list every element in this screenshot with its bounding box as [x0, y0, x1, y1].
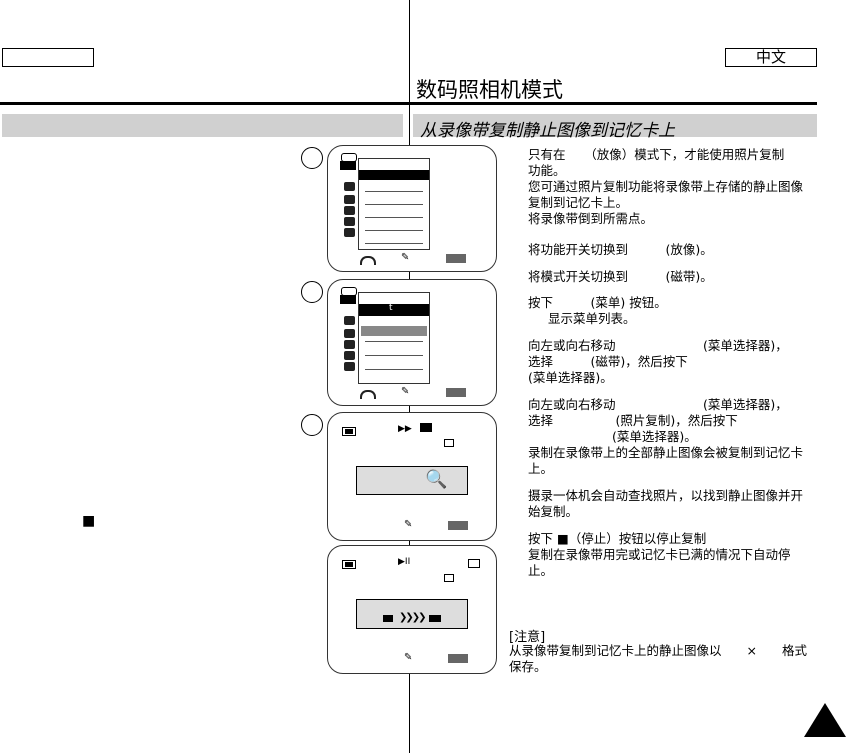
menu-title-bar: t	[359, 303, 429, 316]
menu-item	[365, 204, 423, 205]
exit-button-icon	[448, 521, 468, 530]
instruction-line: 向左或向右移动 (菜单选择器)，	[528, 397, 788, 412]
photo-search-box: 🔍	[356, 466, 468, 495]
instruction-line: 选择 (照片复制)，然后按下	[528, 413, 738, 428]
menu-item	[365, 355, 423, 356]
instruction-line: 录制在录像带上的全部静止图像会被复制到记忆卡	[528, 445, 804, 460]
gear-icon	[344, 228, 355, 237]
note-text: 保存。	[509, 659, 547, 674]
lcd-screen-menu-1: ✎	[327, 145, 497, 272]
instruction-line: 显示菜单列表。	[548, 311, 636, 326]
instruction-line: 将模式开关切换到 (磁带)。	[528, 269, 713, 284]
instruction-line: 向左或向右移动 (菜单选择器)，	[528, 338, 788, 353]
card-icon	[468, 559, 480, 568]
instruction-line: 您可通过照片复制功能将录像带上存储的静止图像	[528, 179, 804, 194]
page-title: 数码照相机模式	[416, 78, 563, 102]
lcd-screen-menu-2: t ✎	[327, 279, 497, 406]
step-circle-2	[301, 281, 323, 303]
play-pause-icon: ▶II	[398, 557, 411, 567]
exit-button-icon	[446, 388, 466, 397]
menu-list-panel	[358, 158, 430, 250]
title-rule	[0, 102, 817, 105]
instruction-line: 摄录一体机会自动查找照片，以找到静止图像并开	[528, 488, 804, 503]
instruction-line: (菜单选择器)。	[528, 370, 613, 385]
tv-icon	[344, 217, 355, 226]
instruction-line: 止。	[528, 563, 554, 578]
select-icon: ✎	[401, 386, 410, 397]
tape-mode-icon	[340, 295, 356, 304]
menu-item	[365, 191, 423, 192]
menu-highlighted-item	[361, 326, 427, 336]
instruction-line: 将功能开关切换到 (放像)。	[528, 242, 713, 257]
card-icon-small	[444, 574, 454, 582]
instruction-line: 上。	[528, 461, 554, 476]
tape-icon	[383, 615, 393, 622]
note-text: 从录像带复制到记忆卡上的静止图像以 × 格式	[509, 643, 807, 658]
menu-item	[365, 369, 423, 370]
menu-item	[365, 230, 423, 231]
section-title: 从录像带复制静止图像到记忆卡上	[420, 121, 675, 141]
move-icon	[360, 256, 376, 265]
lcd-screen-search: ▶▶ 🔍 ✎	[327, 412, 497, 541]
instruction-line: 复制到记忆卡上。	[528, 195, 629, 210]
page-marker-triangle-icon	[804, 703, 846, 737]
card-icon	[444, 439, 454, 447]
menu-list-panel: t	[358, 292, 430, 384]
memory-card-icon	[429, 615, 441, 622]
move-icon	[360, 390, 376, 399]
gear-icon	[344, 362, 355, 371]
tape-mode-icon	[340, 161, 356, 170]
step-circle-1	[301, 147, 323, 169]
exit-button-icon	[446, 254, 466, 263]
lcd-screen-copy: ▶II ❯❯❯❯ ✎	[327, 545, 497, 674]
instruction-line: 复制在录像带用完或记忆卡已满的情况下自动停	[528, 547, 791, 562]
tape-icon	[344, 316, 355, 325]
menu-item	[365, 341, 423, 342]
tv-icon	[344, 351, 355, 360]
photo-search-icon: 🔍	[425, 469, 448, 490]
select-icon: ✎	[404, 652, 413, 663]
menu-cursor: t	[389, 303, 393, 313]
instruction-line: (菜单选择器)。	[612, 429, 697, 444]
fast-forward-icon: ▶▶	[398, 424, 412, 434]
stop-icon: ■	[82, 513, 96, 529]
camera-icon	[344, 195, 355, 204]
language-tab-blank	[2, 48, 94, 67]
instruction-line: 选择 (磁带)，然后按下	[528, 354, 688, 369]
battery-icon	[342, 427, 356, 436]
instruction-line: 按下 ■（停止）按钮以停止复制	[528, 531, 707, 546]
instruction-line: 功能。	[528, 163, 566, 178]
instruction-line: 将录像带倒到所需点。	[528, 211, 654, 226]
language-tab: 中文	[725, 48, 817, 67]
memory-card-icon	[344, 206, 355, 215]
tape-counter-icon	[420, 423, 432, 432]
battery-icon	[342, 560, 356, 569]
camera-icon	[344, 329, 355, 338]
copy-progress-box: ❯❯❯❯	[356, 599, 468, 629]
section-band-left	[2, 114, 403, 137]
menu-item	[365, 243, 423, 244]
instruction-line: 按下 (菜单) 按钮。	[528, 295, 667, 310]
menu-selected-bar	[359, 170, 429, 180]
exit-button-icon	[448, 654, 468, 663]
menu-item	[365, 217, 423, 218]
copy-arrows-icon: ❯❯❯❯	[399, 612, 426, 623]
memory-card-icon	[344, 340, 355, 349]
step-circle-3	[301, 414, 323, 436]
tape-icon	[344, 182, 355, 191]
select-icon: ✎	[404, 519, 413, 530]
instruction-line: 始复制。	[528, 504, 579, 519]
select-icon: ✎	[401, 252, 410, 263]
instruction-line: 只有在 （放像）模式下，才能使用照片复制	[528, 147, 785, 162]
